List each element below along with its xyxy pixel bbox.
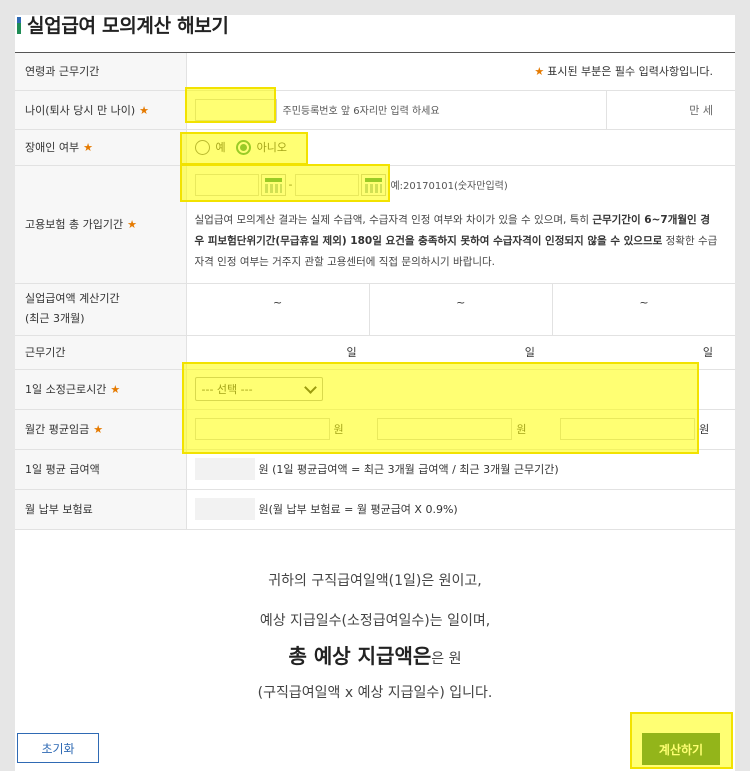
date-separator: - bbox=[288, 178, 293, 191]
disability-no-radio[interactable]: 아니오 bbox=[235, 139, 287, 155]
radio-no-circle-selected[interactable] bbox=[235, 139, 251, 155]
required-note: ★ 표시된 부분은 필수 입력사항입니다. bbox=[186, 53, 735, 91]
calculate-button[interactable]: 계산하기 bbox=[642, 733, 720, 765]
daily-hours-label-cell: 1일 소정근로시간 ★ bbox=[15, 369, 187, 410]
monthly-premium-value bbox=[194, 498, 255, 520]
age-hint: 주민등록번호 앞 6자리만 입력 하세요 bbox=[282, 106, 440, 117]
work-days-unit-2: 일 bbox=[524, 346, 535, 359]
date-format-hint: 예:20170101(숫자만입력) bbox=[390, 181, 508, 192]
summary-total-heading: 총 예상 지급액은 bbox=[288, 644, 432, 668]
work-days-cells: 일 일 일 bbox=[186, 335, 735, 370]
daily-hours-label: 1일 소정근로시간 bbox=[25, 383, 107, 396]
age-input[interactable] bbox=[194, 98, 277, 121]
monthly-wage-input-1[interactable] bbox=[194, 418, 330, 440]
required-note-text: 표시된 부분은 필수 입력사항입니다. bbox=[547, 65, 713, 79]
calculator-panel: 실업급여 모의계산 해보기 연령과 근무기간 ★ 표시된 부분은 필수 입력사항입… bbox=[15, 15, 735, 771]
monthly-premium-cell: 원(월 납부 보험료 = 월 평균급여 X 0.9%) bbox=[186, 489, 735, 530]
monthly-premium-formula: 원(월 납부 보험료 = 월 평균급여 X 0.9%) bbox=[258, 503, 458, 516]
disability-label-cell: 장애인 여부 ★ bbox=[15, 129, 187, 166]
monthly-wage-input-3[interactable] bbox=[560, 418, 696, 440]
calc-period-cells: ~ ~ ~ bbox=[186, 283, 735, 336]
insurance-field-cell: - 예:20170101(숫자만입력) 실업급여 모의계산 결과는 실제 수급액… bbox=[186, 165, 736, 284]
monthly-wage-unit-2: 원 bbox=[516, 423, 527, 436]
result-summary: 귀하의 구직급여일액(1일)은 원이고, 예상 지급일수(소정급여일수)는 일이… bbox=[15, 570, 735, 702]
monthly-wage-cells: 원 원 원 bbox=[186, 409, 735, 450]
daily-average-cell: 원 (1일 평균급여액 = 최근 3개월 급여액 / 최근 3개월 근무기간) bbox=[186, 449, 735, 490]
work-days-label: 근무기간 bbox=[15, 335, 187, 370]
summary-total-amount: 은 원 bbox=[431, 651, 462, 667]
calc-period-label-cell: 실업급여액 계산기간 (최근 3개월) bbox=[15, 283, 187, 336]
disability-no-label: 아니오 bbox=[256, 141, 287, 154]
page-header: 실업급여 모의계산 해보기 bbox=[15, 15, 735, 53]
monthly-wage-unit-1: 원 bbox=[333, 423, 344, 436]
summary-line-1: 귀하의 구직급여일액(1일)은 원이고, bbox=[268, 573, 482, 589]
insurance-start-input[interactable] bbox=[194, 173, 259, 196]
calculation-form: 연령과 근무기간 ★ 표시된 부분은 필수 입력사항입니다. 나이(퇴사 당시 만… bbox=[15, 53, 735, 530]
monthly-wage-unit-3: 원 bbox=[699, 423, 710, 436]
disability-required-star: ★ bbox=[83, 141, 93, 154]
disability-yes-radio[interactable]: 예 bbox=[194, 139, 226, 155]
summary-line-4: (구직급여일액 x 예상 지급일수) 입니다. bbox=[257, 685, 493, 701]
calc-period-cell-2: ~ bbox=[370, 283, 553, 335]
age-field-cell: 주민등록번호 앞 6자리만 입력 하세요 만 세 bbox=[186, 90, 735, 130]
row-calc-period: 실업급여액 계산기간 (최근 3개월) ~ ~ ~ bbox=[15, 283, 735, 336]
row-monthly-wage: 월간 평균임금 ★ 원 원 원 bbox=[15, 409, 735, 450]
monthly-wage-input-2[interactable] bbox=[377, 418, 513, 440]
work-days-unit-1: 일 bbox=[346, 346, 357, 359]
row-daily-average: 1일 평균 급여액 원 (1일 평균급여액 = 최근 3개월 급여액 / 최근 … bbox=[15, 449, 735, 490]
chevron-down-icon bbox=[303, 380, 317, 394]
row-age-work: 연령과 근무기간 ★ 표시된 부분은 필수 입력사항입니다. bbox=[15, 53, 735, 91]
calc-period-label: 실업급여액 계산기간 bbox=[25, 292, 120, 305]
summary-line-2: 예상 지급일수(소정급여일수)는 일이며, bbox=[259, 613, 491, 629]
age-label: 나이(퇴사 당시 만 나이) bbox=[25, 103, 136, 117]
calc-period-cell-3: ~ bbox=[639, 295, 649, 309]
insurance-label-cell: 고용보험 총 가입기간 ★ bbox=[15, 165, 187, 284]
row-daily-hours: 1일 소정근로시간 ★ --- 선택 --- bbox=[15, 369, 735, 410]
daily-hours-required-star: ★ bbox=[110, 383, 121, 396]
insurance-notice: 실업급여 모의계산 결과는 실제 수급액, 수급자격 인정 여부와 차이가 있을… bbox=[187, 196, 736, 273]
monthly-wage-label: 월간 평균임금 bbox=[25, 423, 90, 436]
required-note-star: ★ bbox=[534, 65, 545, 79]
daily-hours-cell: --- 선택 --- bbox=[186, 369, 735, 410]
start-calendar-icon[interactable] bbox=[260, 173, 286, 196]
end-calendar-icon[interactable] bbox=[361, 173, 387, 196]
calc-period-cell-1: ~ bbox=[187, 283, 370, 335]
daily-hours-select[interactable]: --- 선택 --- bbox=[194, 377, 323, 401]
age-label-cell: 나이(퇴사 당시 만 나이) ★ bbox=[15, 90, 187, 130]
insurance-required-star: ★ bbox=[127, 218, 137, 231]
daily-average-label: 1일 평균 급여액 bbox=[15, 449, 187, 490]
daily-average-formula: 원 (1일 평균급여액 = 최근 3개월 급여액 / 최근 3개월 근무기간) bbox=[258, 463, 559, 476]
age-required-star: ★ bbox=[139, 103, 150, 117]
monthly-premium-label: 월 납부 보험료 bbox=[15, 489, 187, 530]
page-title: 실업급여 모의계산 해보기 bbox=[27, 15, 229, 37]
disability-yes-label: 예 bbox=[215, 141, 226, 154]
age-unit: 만 세 bbox=[689, 103, 713, 117]
monthly-wage-required-star: ★ bbox=[93, 423, 104, 436]
notice-part-1: 실업급여 모의계산 결과는 실제 수급액, 수급자격 인정 여부와 차이가 있을… bbox=[194, 213, 593, 226]
radio-yes-circle[interactable] bbox=[194, 139, 210, 155]
insurance-end-input[interactable] bbox=[295, 173, 360, 196]
row-disability: 장애인 여부 ★ 예 아니오 bbox=[15, 129, 735, 166]
row-monthly-premium: 월 납부 보험료 원(월 납부 보험료 = 월 평균급여 X 0.9%) bbox=[15, 489, 735, 530]
row-age: 나이(퇴사 당시 만 나이) ★ 주민등록번호 앞 6자리만 입력 하세요 만 세 bbox=[15, 90, 735, 130]
insurance-label: 고용보험 총 가입기간 bbox=[25, 218, 124, 231]
calc-period-sublabel: (최근 3개월) bbox=[25, 312, 85, 325]
work-days-unit-3: 일 bbox=[702, 346, 714, 359]
summary-line-3: 총 예상 지급액은은 원 bbox=[15, 640, 735, 682]
row-insurance-period: 고용보험 총 가입기간 ★ - 예:20170101(숫자만입력) 실업급여 모의… bbox=[15, 165, 736, 284]
disability-options: 예 아니오 bbox=[186, 129, 735, 166]
title-bar-icon bbox=[17, 17, 21, 34]
daily-hours-selected: --- 선택 --- bbox=[201, 383, 253, 396]
age-work-label: 연령과 근무기간 bbox=[15, 53, 187, 91]
disability-label: 장애인 여부 bbox=[25, 141, 80, 154]
daily-average-value bbox=[194, 458, 255, 480]
monthly-wage-label-cell: 월간 평균임금 ★ bbox=[15, 409, 187, 450]
row-work-days: 근무기간 일 일 일 bbox=[15, 335, 735, 370]
reset-button[interactable]: 초기화 bbox=[17, 733, 99, 763]
